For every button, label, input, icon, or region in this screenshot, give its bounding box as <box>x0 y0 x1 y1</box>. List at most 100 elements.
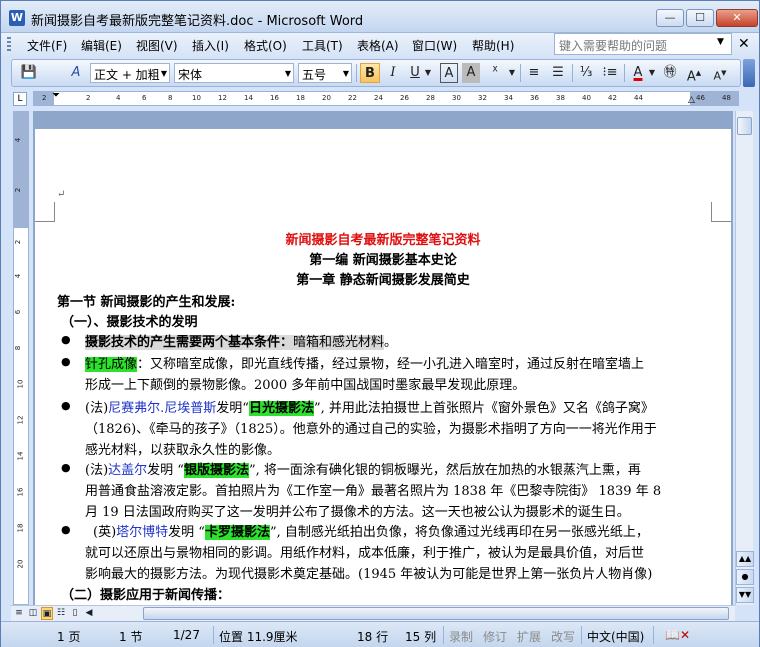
underline-button[interactable]: U <box>406 63 424 83</box>
paragraph-3-cont: （1826)、《牵马的孩子》（1825）。他意外的通过自己的实验，为摄影术指明了… <box>85 422 657 437</box>
status-position: 位置 11.9厘米 <box>219 630 298 644</box>
char-shading-button[interactable]: A <box>462 63 480 83</box>
style-select[interactable]: 正文 + 加粗 ▼ <box>90 63 170 83</box>
doc-title: 新闻摄影自考最新版完整笔记资料 <box>285 233 481 248</box>
print-view-icon[interactable]: ▣ <box>41 607 53 620</box>
horizontal-ruler[interactable]: 2 2 4 6 8 10 12 14 16 18 20 22 24 26 28 … <box>33 90 739 106</box>
status-overtype[interactable]: 改写 <box>551 628 575 645</box>
ruler-tick: 48 <box>722 94 731 102</box>
vruler-tick: 18 <box>16 523 25 533</box>
menu-file[interactable]: 文件(F) <box>27 37 67 54</box>
enclose-char-icon[interactable]: ㊕ <box>660 63 680 83</box>
document-page[interactable]: ↵ 新闻摄影自考最新版完整笔记资料 第一编 新闻摄影基本史论 第一章 静态新闻摄… <box>35 129 731 605</box>
vruler-tick: 2 <box>14 239 23 245</box>
help-dropdown-icon[interactable]: ▼ <box>717 37 724 47</box>
styles-pane-icon[interactable]: A <box>66 63 86 83</box>
ruler-tick: 4 <box>116 94 121 102</box>
vertical-scrollbar[interactable]: ▲▲ ● ▼▼ <box>735 111 754 605</box>
underline-dropdown-icon[interactable]: ▼ <box>424 63 432 83</box>
menu-format[interactable]: 格式(O) <box>244 37 287 54</box>
ruler-tick: 20 <box>322 94 331 102</box>
horizontal-scroll-thumb[interactable] <box>143 607 729 620</box>
first-line-indent-marker-icon[interactable]: ⏷ <box>52 90 60 101</box>
status-track-changes[interactable]: 修订 <box>483 628 507 645</box>
separator <box>356 64 357 82</box>
menu-edit[interactable]: 编辑(E) <box>81 37 122 54</box>
horizontal-scrollbar[interactable]: ≡ ◫ ▣ ☷ ▯ ◀ <box>11 605 735 621</box>
menu-window[interactable]: 窗口(W) <box>412 37 457 54</box>
close-document-icon[interactable]: ✕ <box>738 36 750 52</box>
next-page-icon[interactable]: ▼▼ <box>736 587 754 603</box>
ruler-tick: 32 <box>478 94 487 102</box>
chapter-heading: 第一章 静态新闻摄影发展简史 <box>296 273 470 288</box>
grow-font-button[interactable]: A▲ <box>684 63 704 84</box>
paragraph-mark: ↵ <box>57 189 66 200</box>
prev-page-icon[interactable]: ▲▲ <box>736 551 754 567</box>
part-heading: 第一编 新闻摄影基本史论 <box>309 253 457 268</box>
menu-tools[interactable]: 工具(T) <box>302 37 343 54</box>
font-select[interactable]: 宋体 ▼ <box>174 63 294 83</box>
browse-object-icon[interactable]: ● <box>736 569 754 585</box>
reading-view-icon[interactable]: ▯ <box>69 607 81 620</box>
menu-view[interactable]: 视图(V) <box>136 37 178 54</box>
scroll-thumb[interactable] <box>737 117 752 135</box>
ruler-tick: 14 <box>244 94 253 102</box>
status-language: 中文(中国) <box>587 630 645 644</box>
save-icon[interactable]: 💾 <box>20 63 38 83</box>
char-scale-icon[interactable]: ᕁ <box>484 63 506 83</box>
ruler-tick: 10 <box>192 94 201 102</box>
ruler-tick: 6 <box>142 94 147 102</box>
outline-view-icon[interactable]: ☷ <box>55 607 67 620</box>
right-indent-marker-icon[interactable]: △ <box>688 95 695 105</box>
menu-insert[interactable]: 插入(I) <box>192 37 229 54</box>
bold-button[interactable]: B <box>360 63 380 83</box>
status-extend[interactable]: 扩展 <box>517 628 541 645</box>
paragraph-1: 摄影技术的产生需要两个基本条件：暗箱和感光材料。 <box>85 335 398 350</box>
ruler-tick: 26 <box>400 94 409 102</box>
bullet-icon: ● <box>61 523 71 536</box>
help-search-input[interactable]: 键入需要帮助的问题 <box>554 33 732 55</box>
normal-view-icon[interactable]: ≡ <box>13 607 25 620</box>
numbered-list-icon[interactable]: ⅓ <box>576 63 596 83</box>
close-button[interactable]: ✕ <box>716 9 758 27</box>
menu-help[interactable]: 帮助(H) <box>472 37 514 54</box>
formatting-toolbar: 💾 A 正文 + 加粗 ▼ 宋体 ▼ 五号 ▼ B I U ▼ A A ᕁ ▼ ≡ ☰… <box>11 59 741 87</box>
ruler-tick: 30 <box>452 94 461 102</box>
vertical-ruler[interactable]: 4 2 2 4 6 8 10 12 14 16 18 20 <box>13 111 29 605</box>
bullet-list-icon[interactable]: ⁝≡ <box>600 63 620 83</box>
crop-mark <box>711 202 731 222</box>
font-size-select[interactable]: 五号 ▼ <box>298 63 352 83</box>
vruler-tick: 14 <box>16 451 25 461</box>
scroll-left-icon[interactable]: ◀ <box>83 607 95 620</box>
window-title: 新闻摄影自考最新版完整笔记资料.doc - Microsoft Word <box>31 14 364 29</box>
italic-button[interactable]: I <box>384 63 402 83</box>
status-record[interactable]: 录制 <box>449 628 473 645</box>
shrink-font-button[interactable]: A▼ <box>710 63 730 83</box>
menu-grip-icon <box>7 37 11 53</box>
menu-table[interactable]: 表格(A) <box>357 37 399 54</box>
font-color-dropdown-icon[interactable]: ▼ <box>648 63 656 83</box>
subsection-heading-2: （二）摄影应用于新闻传播： <box>61 588 231 603</box>
maximize-button[interactable]: ☐ <box>686 9 714 27</box>
char-border-button[interactable]: A <box>440 63 458 83</box>
paragraph-4-cont2: 月 19 日法国政府购买了这一发明并公布了摄像术的方法。这一天也被公认为摄影术的… <box>85 505 630 520</box>
font-color-button[interactable]: A <box>628 63 648 83</box>
spelling-check-icon[interactable]: 📖✕ <box>665 628 690 642</box>
toolbar-options-icon[interactable] <box>743 59 755 87</box>
tab-selector-icon[interactable]: L <box>13 92 27 106</box>
paragraph-2-cont: 形成一上下颠倒的景物影像。2000 多年前中国战国时墨家最早发现此原理。 <box>85 378 526 393</box>
align-justify-icon[interactable]: ≡ <box>524 63 544 83</box>
web-view-icon[interactable]: ◫ <box>27 607 39 620</box>
char-scale-dropdown-icon[interactable]: ▼ <box>508 63 516 83</box>
vruler-tick: 4 <box>14 137 23 143</box>
align-distributed-icon[interactable]: ☰ <box>548 63 568 83</box>
ruler-tick: 22 <box>348 94 357 102</box>
ruler-tick: 12 <box>218 94 227 102</box>
horizontal-ruler-bar: 2 2 4 6 8 10 12 14 16 18 20 22 24 26 28 … <box>1 89 759 109</box>
vruler-tick: 12 <box>16 415 25 425</box>
vruler-tick: 10 <box>16 379 25 389</box>
paragraph-4-cont: 用普通食盐溶液定影。首拍照片为《工作室一角》最著名照片为 1838 年《巴黎寺院… <box>85 484 662 499</box>
minimize-button[interactable]: — <box>656 9 684 27</box>
paragraph-4: (法)达盖尔发明 “银版摄影法”, 将一面涂有碘化银的铜板曝光，然后放在加热的水… <box>85 463 641 478</box>
status-section: 1 节 <box>119 630 143 644</box>
